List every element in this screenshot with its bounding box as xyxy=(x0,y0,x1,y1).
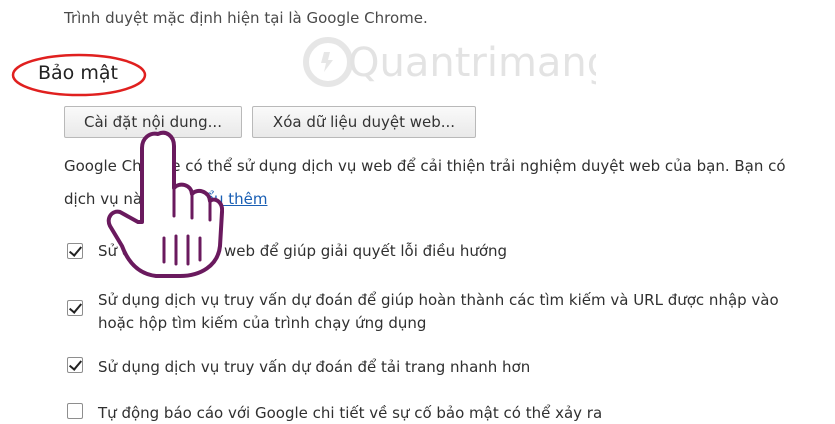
section-title: Bảo mật xyxy=(38,62,118,84)
checkbox-prefetch-pages[interactable] xyxy=(67,357,83,373)
option-label-prediction-search-line2: hoặc hộp tìm kiếm của trình chạy ứng dụn… xyxy=(98,314,427,332)
option-label-security-reports: Tự động báo cáo với Google chi tiết về s… xyxy=(98,404,603,422)
checkbox-security-reports[interactable] xyxy=(67,403,83,419)
watermark-text: Quantrimang xyxy=(348,40,596,86)
pointing-hand-icon xyxy=(106,130,224,278)
watermark: Quantrimang xyxy=(303,37,596,87)
checkbox-navigation-errors[interactable] xyxy=(67,243,83,259)
option-label-prefetch-pages: Sử dụng dịch vụ truy vấn dự đoán để tải … xyxy=(98,358,531,376)
option-label-prediction-search: Sử dụng dịch vụ truy vấn dự đoán để giúp… xyxy=(98,291,779,309)
checkbox-prediction-search[interactable] xyxy=(67,300,83,316)
clear-browsing-data-button[interactable]: Xóa dữ liệu duyệt web... xyxy=(252,106,476,138)
